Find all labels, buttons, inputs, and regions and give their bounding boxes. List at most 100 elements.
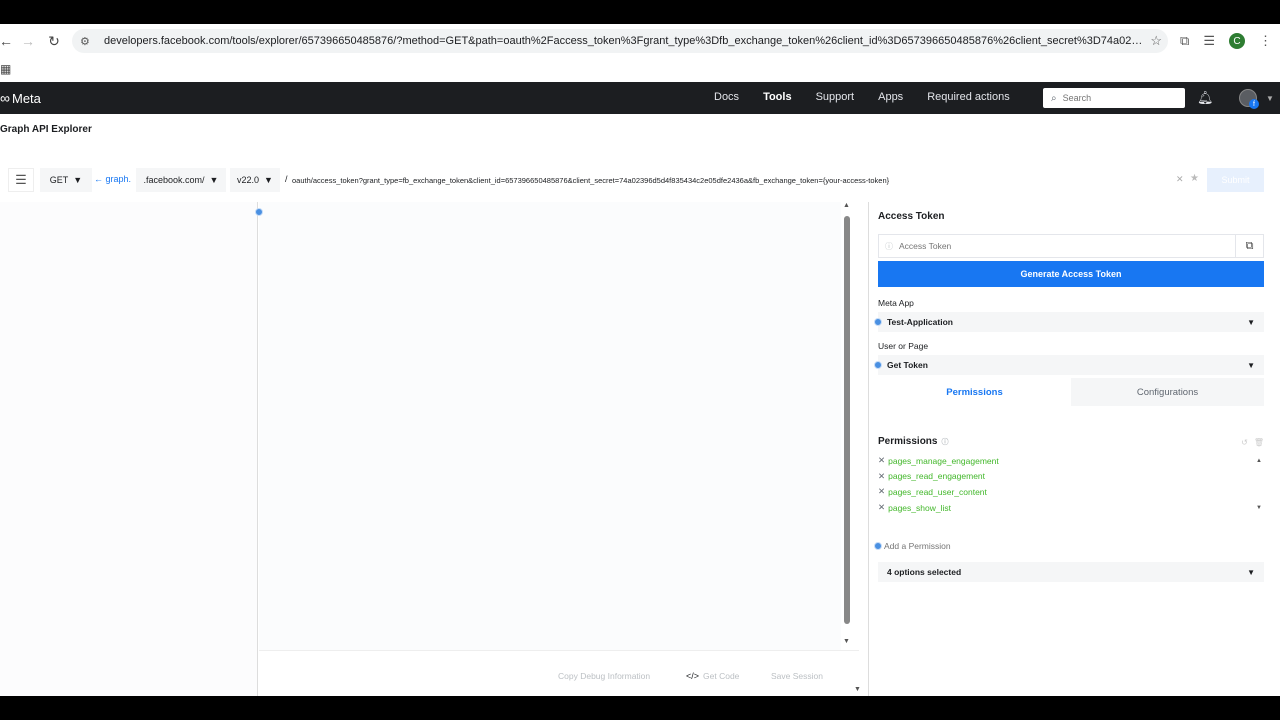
remove-icon[interactable]: ✕ [878, 502, 885, 513]
graph-api-explorer-page: Graph API Explorer ☰ GET ▼ ← graph. .fac… [0, 114, 1280, 696]
page-scrollbar[interactable] [1266, 202, 1274, 696]
browser-menu-icon[interactable]: ⋮ [1259, 33, 1272, 49]
add-permission-input[interactable] [884, 541, 1084, 551]
cursor-indicator [874, 318, 882, 326]
version-select[interactable]: v22.0 ▼ [230, 168, 280, 192]
user-page-label: User or Page [878, 341, 929, 351]
meta-logo[interactable]: ∞ Meta [0, 90, 41, 106]
scroll-down-icon[interactable]: ▼ [843, 638, 850, 645]
account-caret-icon[interactable]: ▼ [1266, 94, 1274, 103]
avatar-badge-icon: f [1249, 99, 1259, 109]
scroll-up-icon[interactable]: ▲ [843, 202, 850, 209]
access-token-field[interactable]: ⓘ ⧉ [878, 234, 1264, 258]
query-path-input[interactable] [292, 168, 1172, 192]
meta-app-value: Test-Application [887, 317, 953, 327]
forward-arrow-icon[interactable]: → [16, 29, 40, 53]
cursor-indicator [874, 361, 882, 369]
remove-icon[interactable]: ✕ [878, 455, 885, 466]
permission-label: pages_manage_engagement [888, 455, 999, 466]
address-bar[interactable]: ⚙ developers.facebook.com/tools/explorer… [72, 29, 1168, 53]
nav-link-apps[interactable]: Apps [878, 91, 903, 103]
chevron-down-icon: ▼ [73, 175, 83, 185]
reading-list-icon[interactable]: ☰ [1203, 33, 1215, 49]
site-settings-icon[interactable]: ⚙ [80, 35, 98, 48]
copy-debug-button[interactable]: Copy Debug Information [558, 671, 650, 681]
info-icon[interactable]: ⓘ [941, 437, 948, 447]
nav-link-tools[interactable]: Tools [763, 91, 792, 103]
undo-icon[interactable]: ↺ [1241, 438, 1248, 447]
page-title: Graph API Explorer [0, 124, 92, 135]
copy-icon[interactable]: ⧉ [1235, 235, 1263, 257]
trash-icon[interactable]: 🗑︎ [1254, 438, 1264, 447]
meta-infinity-icon: ∞ [0, 90, 10, 106]
nav-link-docs[interactable]: Docs [714, 91, 739, 103]
query-bar: ☰ GET ▼ ← graph. .facebook.com/ ▼ v22.0 … [8, 168, 1272, 192]
clear-icon[interactable]: ✕ [1176, 174, 1184, 185]
meta-top-nav: ∞ Meta Docs Tools Support Apps Required … [0, 82, 1280, 114]
user-page-select[interactable]: Get Token ▼ [874, 355, 1264, 375]
permissions-heading: Permissions ⓘ [878, 436, 948, 447]
favorite-star-icon[interactable]: ★ [1190, 173, 1199, 184]
side-tabs: Permissions Configurations [878, 378, 1264, 406]
tab-permissions[interactable]: Permissions [878, 378, 1071, 406]
chevron-down-icon: ▼ [1247, 360, 1255, 370]
url-text[interactable]: developers.facebook.com/tools/explorer/6… [104, 35, 1144, 47]
access-token-title: Access Token [878, 211, 945, 222]
extensions-icon[interactable]: ⧉ [1180, 33, 1189, 49]
method-value: GET [49, 175, 69, 185]
permission-item[interactable]: ✕ pages_read_user_content [878, 484, 1264, 500]
hamburger-menu-icon[interactable]: ☰ [8, 168, 34, 192]
domain-value: .facebook.com/ [143, 175, 205, 185]
path-separator: / [285, 174, 288, 184]
nav-search[interactable]: ⌕ [1043, 88, 1185, 108]
permission-scroll-up-icon[interactable]: ▲ [1256, 458, 1262, 464]
nav-link-required-actions[interactable]: Required actions [927, 91, 1010, 103]
bookmark-star-icon[interactable]: ☆ [1150, 33, 1162, 49]
response-panel [259, 202, 841, 650]
bottom-scroll-down-icon[interactable]: ▼ [854, 686, 861, 693]
chevron-down-icon: ▼ [1247, 567, 1255, 577]
get-code-button[interactable]: </> Get Code [686, 671, 739, 681]
permission-scroll-down-icon[interactable]: ▼ [1256, 505, 1262, 511]
options-selected-select[interactable]: 4 options selected ▼ [878, 562, 1264, 582]
remove-icon[interactable]: ✕ [878, 486, 885, 497]
save-session-button[interactable]: Save Session [771, 671, 823, 681]
access-token-input[interactable] [899, 241, 1229, 251]
permission-label: pages_read_user_content [888, 486, 987, 497]
user-avatar[interactable]: f [1239, 89, 1259, 109]
url-path: /tools/explorer/657396650485876/?method=… [229, 35, 1144, 47]
meta-app-select[interactable]: Test-Application ▼ [874, 312, 1264, 332]
domain-select[interactable]: .facebook.com/ ▼ [136, 168, 226, 192]
browser-extension-area: ⧉ ☰ C ⋮ [1180, 29, 1280, 53]
nav-link-support[interactable]: Support [816, 91, 855, 103]
method-select[interactable]: GET ▼ [40, 168, 92, 192]
permission-item[interactable]: ✕ pages_manage_engagement [878, 453, 1264, 469]
permission-actions: ↺ 🗑︎ [1241, 438, 1264, 447]
panel-divider[interactable] [868, 202, 869, 696]
apps-grid-icon[interactable]: ▦ [0, 62, 11, 76]
user-page-value: Get Token [887, 360, 928, 370]
permission-label: pages_read_engagement [888, 471, 986, 482]
notification-bell-icon[interactable]: 🔔︎ [1197, 90, 1214, 106]
permissions-title: Permissions [878, 436, 938, 447]
host-prefix[interactable]: ← graph. [94, 174, 131, 184]
generate-access-token-button[interactable]: Generate Access Token [878, 261, 1264, 287]
code-icon: </> [686, 671, 700, 681]
permission-item[interactable]: ✕ pages_read_engagement [878, 469, 1264, 485]
profile-avatar[interactable]: C [1229, 33, 1245, 49]
add-permission-field[interactable] [874, 541, 1084, 551]
remove-icon[interactable]: ✕ [878, 471, 885, 482]
tab-configurations[interactable]: Configurations [1071, 378, 1264, 406]
version-value: v22.0 [237, 175, 260, 185]
info-icon: ⓘ [885, 241, 893, 251]
scroll-thumb[interactable] [844, 216, 850, 624]
permission-item[interactable]: ✕ pages_show_list [878, 500, 1264, 516]
bookmarks-bar: ▦ [0, 58, 1280, 82]
response-scrollbar[interactable]: ▲ ▼ [843, 202, 851, 650]
field-tree-panel [0, 202, 258, 696]
submit-button[interactable]: Submit [1207, 168, 1264, 192]
reload-icon[interactable]: ↻ [42, 29, 66, 53]
search-input[interactable] [1062, 93, 1173, 103]
page-title-bar: Graph API Explorer [0, 114, 1280, 146]
options-selected-value: 4 options selected [887, 567, 962, 577]
